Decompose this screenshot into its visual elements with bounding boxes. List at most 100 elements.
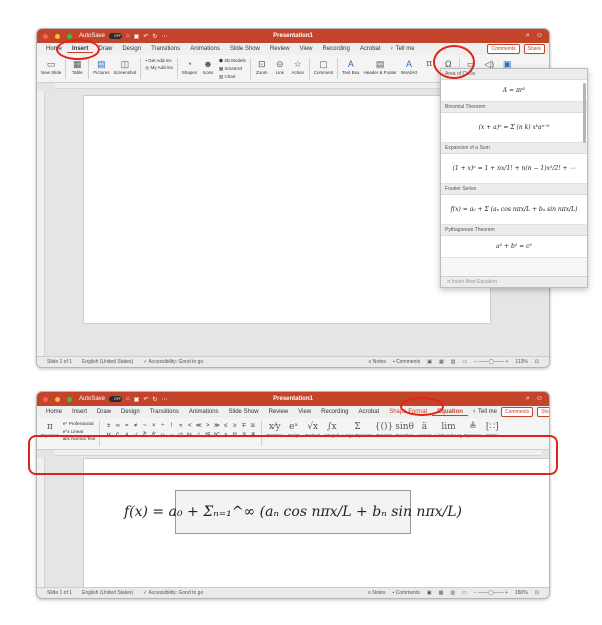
home-icon[interactable]: ⌂ bbox=[126, 396, 130, 402]
symbol[interactable]: ≅ bbox=[248, 421, 257, 431]
zoom-window-icon[interactable] bbox=[67, 396, 72, 402]
radical-button[interactable]: √x Radical bbox=[304, 421, 321, 439]
normal-view-icon[interactable]: ▣ bbox=[427, 359, 432, 365]
symbol[interactable]: ∄ bbox=[248, 431, 257, 441]
symbol[interactable]: ∪ bbox=[158, 431, 167, 441]
comments-status-button[interactable]: ▪ Comments bbox=[393, 359, 420, 365]
normal-text-option[interactable]: abc Normal Text bbox=[63, 436, 95, 441]
symbol[interactable]: ≪ bbox=[194, 421, 203, 431]
account-icon[interactable]: ☺ bbox=[536, 32, 543, 40]
large-operator-button[interactable]: Σ Large Operator bbox=[342, 421, 373, 439]
language-status[interactable]: English (United States) bbox=[82, 590, 133, 596]
symbol[interactable]: ∞ bbox=[113, 421, 122, 431]
new-slide-button[interactable]: ▭ New Slide bbox=[41, 58, 61, 76]
comments-button[interactable]: Comments bbox=[487, 44, 520, 54]
equation-option-pythagorean[interactable]: a² + b² = c² bbox=[441, 236, 587, 258]
undo-icon[interactable]: ↶ bbox=[143, 396, 148, 403]
symbol[interactable]: < bbox=[185, 421, 194, 431]
symbol[interactable]: ℃ bbox=[212, 431, 221, 441]
equation-object[interactable]: f(x) = a₀ + Σₙ₌₁^∞ (aₙ cos nπx/L + bₙ si… bbox=[124, 490, 462, 534]
normal-view-icon[interactable]: ▣ bbox=[427, 590, 432, 596]
comment-button[interactable]: ▢ Comment bbox=[314, 58, 334, 76]
account-icon[interactable]: ☺ bbox=[536, 395, 543, 403]
gallery-scrollbar[interactable] bbox=[583, 83, 586, 143]
symbol[interactable]: ∩ bbox=[167, 431, 176, 441]
search-icon[interactable]: ⌕ bbox=[526, 32, 530, 40]
equation-option-binomial[interactable]: (x + a)ⁿ = Σ (n k) xᵏaⁿ⁻ᵏ bbox=[441, 113, 587, 143]
accent-button[interactable]: ä Accent bbox=[416, 421, 433, 439]
3d-models-button[interactable]: ⬢ 3D Models bbox=[219, 58, 246, 64]
close-window-icon[interactable] bbox=[43, 33, 48, 39]
tab-draw[interactable]: Draw bbox=[92, 409, 116, 415]
search-icon[interactable]: ⌕ bbox=[526, 395, 530, 403]
tab-animations[interactable]: Animations bbox=[185, 46, 225, 52]
symbol[interactable]: ≫ bbox=[212, 421, 221, 431]
symbol[interactable]: ≥ bbox=[230, 421, 239, 431]
accessibility-status[interactable]: ✓ Accessibility: Good to go bbox=[143, 590, 203, 596]
tab-recording[interactable]: Recording bbox=[318, 46, 355, 52]
fit-slide-icon[interactable]: ⊡ bbox=[535, 590, 539, 596]
zoom-level[interactable]: 180% bbox=[515, 590, 528, 596]
symbol[interactable]: ∁ bbox=[113, 431, 122, 441]
tab-review[interactable]: Review bbox=[265, 46, 295, 52]
symbol[interactable]: ! bbox=[167, 421, 176, 431]
tab-acrobat[interactable]: Acrobat bbox=[355, 46, 386, 52]
symbol[interactable]: ° bbox=[194, 431, 203, 441]
more-icon[interactable]: ⋯ bbox=[161, 33, 167, 40]
symbol[interactable]: ∃ bbox=[239, 431, 248, 441]
symbol[interactable]: ∝ bbox=[176, 421, 185, 431]
tell-me-search[interactable]: ♀ Tell me bbox=[468, 409, 501, 415]
tell-me-search[interactable]: ♀ Tell me bbox=[386, 46, 419, 52]
link-button[interactable]: ⊝ Link bbox=[273, 58, 287, 76]
symbol[interactable]: ∇ bbox=[230, 431, 239, 441]
symbol[interactable]: × bbox=[149, 421, 158, 431]
screenshot-button[interactable]: ◫ Screenshot bbox=[114, 58, 137, 76]
minimize-window-icon[interactable] bbox=[55, 33, 60, 39]
tab-shape-format[interactable]: Shape Format bbox=[384, 409, 432, 415]
autosave-toggle[interactable]: OFF bbox=[109, 33, 123, 39]
share-button[interactable]: Share bbox=[537, 407, 549, 417]
tab-view[interactable]: View bbox=[295, 46, 318, 52]
tab-design[interactable]: Design bbox=[116, 409, 145, 415]
symbol[interactable]: ∆ bbox=[221, 431, 230, 441]
tab-review[interactable]: Review bbox=[264, 409, 294, 415]
get-addins-button[interactable]: ▪ Get Add-ins bbox=[145, 58, 172, 63]
symbol[interactable]: ~ bbox=[140, 421, 149, 431]
close-window-icon[interactable] bbox=[43, 396, 48, 402]
tab-design[interactable]: Design bbox=[117, 46, 146, 52]
language-status[interactable]: English (United States) bbox=[82, 359, 133, 365]
comments-button[interactable]: Comments bbox=[501, 407, 534, 417]
fit-slide-icon[interactable]: ⊡ bbox=[535, 359, 539, 365]
symbol[interactable]: % bbox=[185, 431, 194, 441]
symbol[interactable]: > bbox=[203, 421, 212, 431]
slide-canvas[interactable] bbox=[83, 95, 491, 324]
zoom-window-icon[interactable] bbox=[67, 33, 72, 39]
symbol[interactable]: ± bbox=[104, 421, 113, 431]
tab-view[interactable]: View bbox=[293, 409, 316, 415]
symbol[interactable]: √ bbox=[131, 431, 140, 441]
equation-option-fourier[interactable]: f(x) = a₀ + Σ (aₙ cos nπx/L + bₙ sin nπx… bbox=[441, 195, 587, 225]
redo-icon[interactable]: ↻ bbox=[152, 33, 157, 40]
symbol[interactable]: ∀ bbox=[104, 431, 113, 441]
tab-insert[interactable]: Insert bbox=[67, 409, 92, 415]
symbol[interactable]: ℉ bbox=[203, 431, 212, 441]
notes-button[interactable]: ≡ Notes bbox=[368, 359, 385, 365]
tab-home[interactable]: Home bbox=[41, 46, 67, 52]
matrix-button[interactable]: [∷] Matrix bbox=[484, 421, 501, 439]
fraction-button[interactable]: x⁄y Fraction bbox=[266, 421, 283, 439]
chart-button[interactable]: ▥ Chart bbox=[219, 74, 246, 80]
slide-sorter-icon[interactable]: ▦ bbox=[439, 359, 444, 365]
zoom-button[interactable]: ⊡ Zoom bbox=[255, 58, 269, 76]
equation-option-area-of-circle[interactable]: A = πr² bbox=[441, 80, 587, 102]
symbol[interactable]: ∛ bbox=[140, 431, 149, 441]
tab-home[interactable]: Home bbox=[41, 409, 67, 415]
tab-slide-show[interactable]: Slide Show bbox=[224, 409, 264, 415]
home-icon[interactable]: ⌂ bbox=[126, 33, 130, 39]
share-button[interactable]: Share bbox=[523, 44, 545, 54]
symbol[interactable]: = bbox=[122, 421, 131, 431]
symbol[interactable]: ÷ bbox=[158, 421, 167, 431]
integral-button[interactable]: ∫x Integral bbox=[323, 421, 340, 439]
equation-button[interactable]: π bbox=[421, 58, 437, 76]
redo-icon[interactable]: ↻ bbox=[152, 396, 157, 403]
autosave-toggle[interactable]: OFF bbox=[109, 396, 123, 402]
